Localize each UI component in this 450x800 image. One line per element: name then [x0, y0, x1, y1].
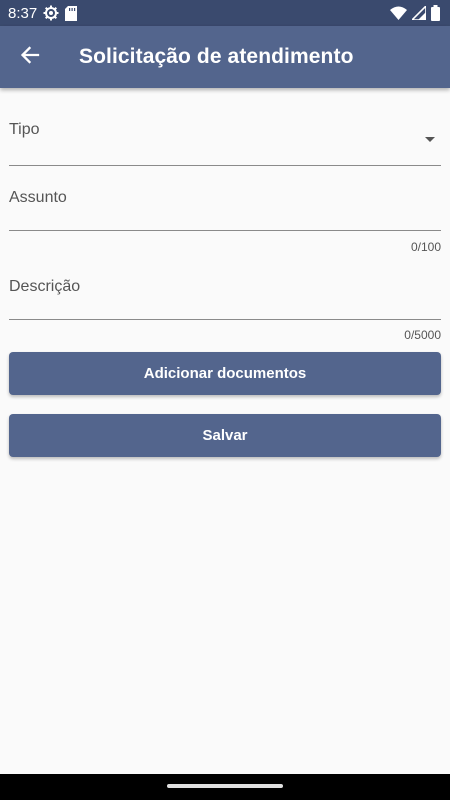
navigation-bar: [0, 774, 450, 800]
app-bar: Solicitação de atendimento: [0, 26, 450, 88]
battery-icon: [431, 5, 440, 21]
descricao-underline: [9, 319, 441, 320]
home-indicator[interactable]: [167, 784, 283, 788]
descricao-field[interactable]: Descrição 0/5000: [9, 266, 441, 346]
dropdown-arrow-icon: [425, 137, 435, 142]
descricao-char-counter: 0/5000: [404, 328, 441, 342]
wifi-icon: [390, 6, 407, 20]
signal-icon: [412, 6, 426, 20]
assunto-underline: [9, 230, 441, 231]
sd-card-icon: [65, 5, 78, 21]
status-time: 8:37: [8, 4, 38, 22]
assunto-field[interactable]: Assunto 0/100: [9, 176, 441, 258]
tipo-label: Tipo: [9, 121, 40, 138]
save-button[interactable]: Salvar: [9, 414, 441, 457]
page-title: Solicitação de atendimento: [79, 45, 354, 68]
descricao-label: Descrição: [9, 278, 81, 295]
arrow-left-icon: [20, 45, 40, 70]
settings-icon: [43, 5, 59, 21]
status-bar: 8:37: [0, 0, 450, 26]
assunto-label: Assunto: [9, 189, 67, 206]
add-documents-label: Adicionar documentos: [143, 365, 307, 382]
tipo-underline: [9, 165, 441, 166]
back-button[interactable]: [0, 26, 60, 88]
save-label: Salvar: [202, 427, 248, 444]
assunto-char-counter: 0/100: [410, 240, 441, 254]
add-documents-button[interactable]: Adicionar documentos: [9, 352, 441, 395]
tipo-dropdown[interactable]: Tipo: [9, 110, 441, 167]
